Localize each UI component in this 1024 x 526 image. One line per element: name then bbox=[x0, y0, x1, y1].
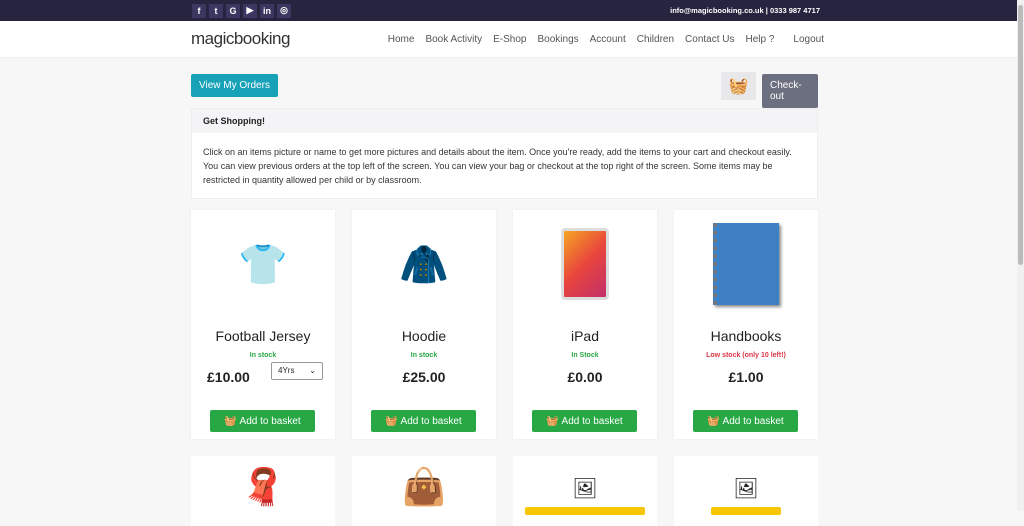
add-to-basket-button[interactable]: 🧺 Add to basket bbox=[532, 410, 637, 432]
nav-logout[interactable]: Logout bbox=[793, 34, 824, 45]
hoodie-image[interactable]: 🧥 bbox=[384, 224, 464, 304]
product-card: 🖼 bbox=[513, 456, 657, 526]
product-card: 👜 bbox=[352, 456, 496, 526]
add-to-basket-button[interactable]: 🧺 Add to basket bbox=[693, 410, 798, 432]
product-card: iPad In Stock £0.00 🧺 Add to basket bbox=[513, 210, 657, 439]
add-label: Add to basket bbox=[239, 415, 301, 427]
add-label: Add to basket bbox=[561, 415, 623, 427]
top-bar: f t G ▶ in ◎ info@magicbooking.co.uk | 0… bbox=[0, 0, 1024, 21]
product-name[interactable]: Handbooks bbox=[674, 328, 818, 344]
product-card: 🧣 bbox=[191, 456, 335, 526]
checkout-button[interactable]: Check-out bbox=[762, 74, 818, 108]
add-to-basket-button[interactable]: 🧺 Add to basket bbox=[210, 410, 315, 432]
nav-home[interactable]: Home bbox=[388, 34, 415, 45]
nav-account[interactable]: Account bbox=[590, 34, 626, 45]
info-body: Click on an items picture or name to get… bbox=[203, 147, 792, 185]
product-card: Handbooks Low stock (only 10 left!) £1.0… bbox=[674, 210, 818, 439]
product-name[interactable]: Hoodie bbox=[352, 328, 496, 344]
info-title: Get Shopping! bbox=[192, 109, 817, 133]
add-label: Add to basket bbox=[400, 415, 462, 427]
handbook-image[interactable] bbox=[706, 223, 786, 305]
ipad-image[interactable] bbox=[545, 224, 625, 304]
placeholder-image-icon[interactable]: 🖼 bbox=[674, 456, 818, 501]
scrollbar[interactable] bbox=[1017, 0, 1024, 511]
nav-eshop[interactable]: E-Shop bbox=[493, 34, 526, 45]
nav-book-activity[interactable]: Book Activity bbox=[425, 34, 482, 45]
scrollbar-thumb[interactable] bbox=[1018, 5, 1023, 265]
product-card: 🖼 bbox=[674, 456, 818, 526]
size-select[interactable]: 4Yrs ⌄ bbox=[271, 362, 323, 380]
image-label bbox=[711, 507, 781, 515]
header: magicbooking Home Book Activity E-Shop B… bbox=[0, 21, 1024, 58]
social-links: f t G ▶ in ◎ bbox=[192, 3, 291, 18]
linkedin-icon[interactable]: in bbox=[260, 3, 274, 18]
product-card: 👕 Football Jersey In stock £10.00 4Yrs ⌄ … bbox=[191, 210, 335, 439]
product-price: £0.00 bbox=[567, 369, 603, 385]
product-price: £25.00 bbox=[402, 369, 446, 385]
nav-bookings[interactable]: Bookings bbox=[538, 34, 579, 45]
product-price: £1.00 bbox=[728, 369, 764, 385]
scarf-image[interactable]: 🧣 bbox=[191, 456, 335, 508]
tote-bag-image[interactable]: 👜 bbox=[352, 456, 496, 508]
stock-status: In stock bbox=[249, 352, 277, 359]
size-value: 4Yrs bbox=[278, 366, 295, 375]
product-name[interactable]: iPad bbox=[513, 328, 657, 344]
placeholder-image-icon[interactable]: 🖼 bbox=[513, 456, 657, 501]
main-nav: Home Book Activity E-Shop Bookings Accou… bbox=[388, 34, 824, 45]
product-card: 🧥 Hoodie In stock £25.00 🧺 Add to basket bbox=[352, 210, 496, 439]
nav-children[interactable]: Children bbox=[637, 34, 674, 45]
product-grid: 👕 Football Jersey In stock £10.00 4Yrs ⌄ … bbox=[191, 210, 818, 526]
nav-help[interactable]: Help ? bbox=[746, 34, 775, 45]
add-to-basket-button[interactable]: 🧺 Add to basket bbox=[371, 410, 476, 432]
google-icon[interactable]: G bbox=[226, 3, 240, 18]
jersey-image[interactable]: 👕 bbox=[223, 224, 303, 304]
stock-status: In Stock bbox=[571, 352, 599, 359]
instagram-icon[interactable]: ◎ bbox=[277, 3, 291, 18]
image-label bbox=[525, 507, 645, 515]
contact-info: info@magicbooking.co.uk | 0333 987 4717 bbox=[670, 6, 820, 15]
stock-status: Low stock (only 10 left!) bbox=[706, 352, 786, 359]
view-orders-button[interactable]: View My Orders bbox=[191, 74, 278, 97]
add-label: Add to basket bbox=[722, 415, 784, 427]
twitter-icon[interactable]: t bbox=[209, 3, 223, 18]
stock-status: In stock bbox=[410, 352, 438, 359]
facebook-icon[interactable]: f bbox=[192, 3, 206, 18]
youtube-icon[interactable]: ▶ bbox=[243, 3, 257, 18]
product-name[interactable]: Football Jersey bbox=[191, 328, 335, 344]
logo[interactable]: magicbooking bbox=[191, 29, 290, 49]
chevron-down-icon: ⌄ bbox=[309, 366, 316, 375]
info-card: Get Shopping! Click on an items picture … bbox=[191, 108, 818, 199]
nav-contact-us[interactable]: Contact Us bbox=[685, 34, 734, 45]
basket-icon[interactable]: 🧺 bbox=[721, 72, 756, 100]
